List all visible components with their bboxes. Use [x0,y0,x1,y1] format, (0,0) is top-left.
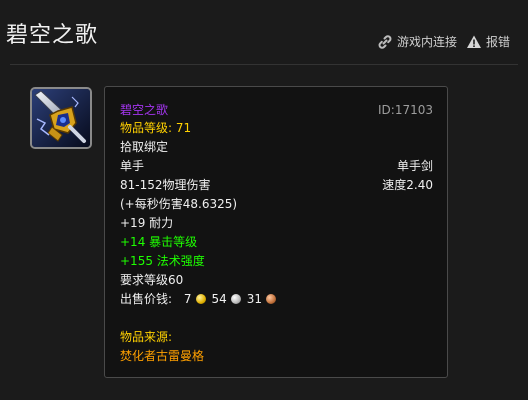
header-actions: 游戏内连接 报错 [368,33,510,50]
source-label: 物品来源: [120,330,173,344]
item-level: 物品等级: 71 [120,121,192,135]
report-error-label: 报错 [485,35,510,49]
weapon-damage: 81-152物理伤害 [120,178,211,192]
item-tooltip: 碧空之歌 ID:17103 物品等级: 71 拾取绑定 单手 单手剑 81-15… [104,86,448,378]
gold-coin-icon [195,294,206,304]
sword-item-icon[interactable] [30,87,92,149]
stat-stamina: +19 耐力 [120,216,174,230]
warning-icon [466,34,482,50]
sell-price-label: 出售价钱: [120,292,173,306]
sell-copper-amount: 31 [246,292,263,306]
report-error-button[interactable]: 报错 [466,33,510,50]
weapon-speed: 速度2.40 [382,178,433,192]
in-game-link-label: 游戏内连接 [396,35,457,49]
page-header: 碧空之歌 游戏内连接 报错 [0,0,528,64]
sell-gold-amount: 7 [183,292,192,306]
silver-coin-icon [230,294,241,304]
stat-spell-power: +155 法术强度 [120,254,205,268]
stat-crit: +14 暴击等级 [120,235,198,249]
sell-price: 出售价钱: 7 54 31 [120,291,282,307]
link-icon [377,34,393,50]
header-divider [10,64,518,65]
in-game-link-button[interactable]: 游戏内连接 [377,33,457,50]
source-value[interactable]: 焚化者古雷曼格 [120,348,204,364]
bind-type: 拾取绑定 [120,140,169,154]
page-title: 碧空之歌 [6,23,99,48]
weapon-dps: (+每秒伤害48.6325) [120,197,238,211]
weapon-type: 单手剑 [396,159,433,173]
item-name[interactable]: 碧空之歌 [120,102,168,118]
item-id: ID:17103 [378,103,433,117]
equip-slot: 单手 [120,159,145,173]
required-level: 要求等级60 [120,273,184,287]
copper-coin-icon [266,294,277,304]
sell-silver-amount: 54 [211,292,227,306]
